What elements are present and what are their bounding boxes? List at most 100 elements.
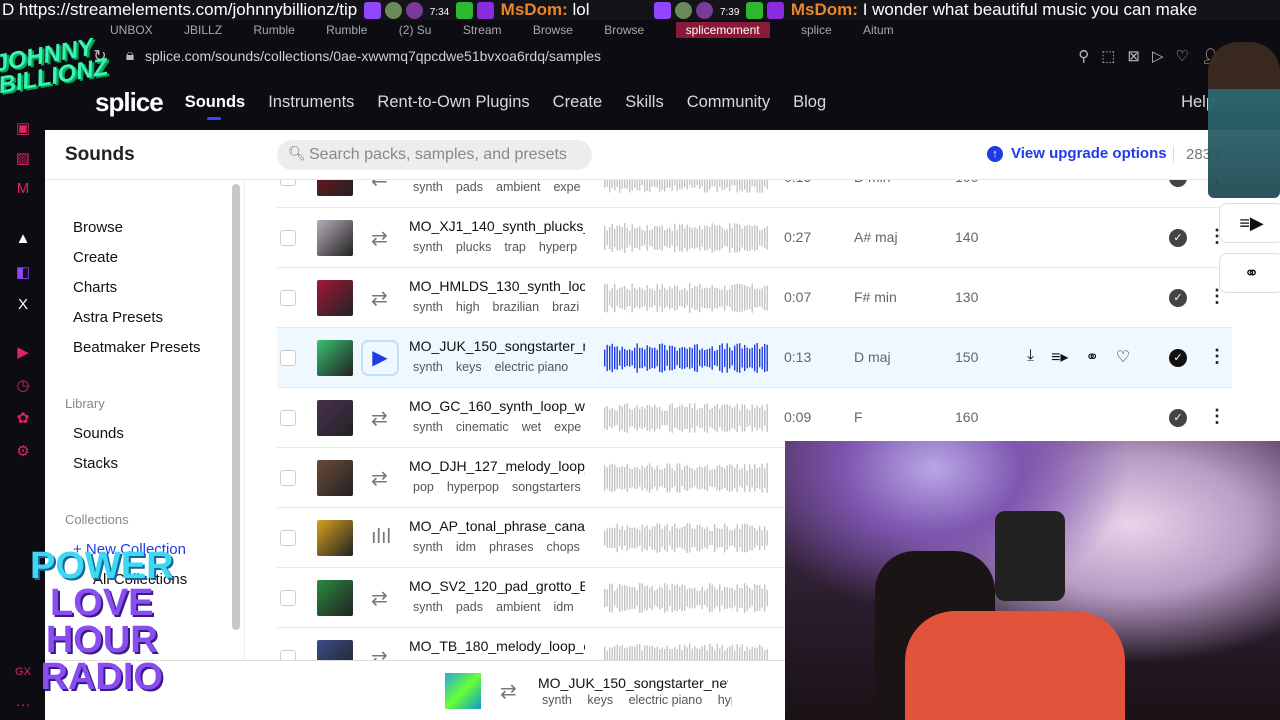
loop-icon[interactable]: ⇄ [371,286,388,311]
tag[interactable]: synth [542,693,572,707]
tag[interactable]: idm [553,600,573,614]
pack-artwork[interactable] [317,280,353,316]
tag[interactable]: hyperpop [447,480,499,494]
tag[interactable]: trap [504,240,526,254]
loop-icon[interactable]: ⇄ [371,586,388,611]
waveform[interactable] [604,582,768,614]
sample-name[interactable]: MO_XJ1_140_synth_plucks_ [409,218,585,234]
settings-icon[interactable]: ⚙ [14,443,32,461]
nav-instruments[interactable]: Instruments [268,93,354,112]
tag[interactable]: synth [413,600,443,614]
tab[interactable]: splice [801,23,832,37]
extensions-icon[interactable]: ✿ [14,410,32,428]
nav-create[interactable]: Create [553,93,603,112]
nav-skills[interactable]: Skills [625,93,664,112]
row-checkbox[interactable] [280,350,296,366]
tab[interactable]: Browse [604,23,644,37]
table-row[interactable]: ⇄ MO_XJ1_140_synth_plucks_ synth plucks tra… [277,208,1232,268]
pack-artwork[interactable] [317,580,353,616]
tag[interactable]: hyp [718,693,732,707]
tab[interactable]: Rumble [253,23,294,37]
tag[interactable]: synth [413,180,443,194]
row-checkbox[interactable] [280,410,296,426]
tag[interactable]: wet [522,420,541,434]
like-heart-icon[interactable]: ♡ [1116,347,1130,367]
sidebar-item-browse[interactable]: Browse [73,219,123,236]
row-checkbox[interactable] [280,470,296,486]
shield-icon[interactable]: ⊠ [1127,47,1140,65]
gmail-icon[interactable]: M [14,180,32,198]
snapshot-icon[interactable]: ⬚ [1101,47,1115,65]
more-options-icon[interactable]: ⋮ [1208,406,1226,427]
tab[interactable]: Rumble [326,23,367,37]
loop-icon[interactable]: ⇄ [371,466,388,491]
sample-name[interactable]: MO_TB_180_melody_loop_o [409,638,585,654]
sample-name[interactable]: MO_SV2_120_pad_grotto_B [409,578,585,594]
pack-artwork[interactable] [317,520,353,556]
tag[interactable]: chops [547,540,580,554]
sidebar-item-stacks[interactable]: Stacks [73,455,118,472]
url-field[interactable]: splice.com/sounds/collections/0ae-xwwmq7… [145,48,601,64]
sidebar-item-astra-presets[interactable]: Astra Presets [73,309,163,326]
queue-button[interactable]: ≡▶ [1219,203,1280,243]
row-checkbox[interactable] [280,590,296,606]
tag[interactable]: pop [413,480,434,494]
pack-artwork[interactable] [317,220,353,256]
tab[interactable]: Aitum [863,23,894,37]
tab[interactable]: JBILLZ [184,23,222,37]
tab[interactable]: UNBOX [110,23,153,37]
pack-artwork[interactable] [317,460,353,496]
similar-sounds-button[interactable]: ⚭ [1219,253,1280,293]
tag[interactable]: phrases [489,540,533,554]
sidebar-scrollbar[interactable] [232,184,240,630]
waveform[interactable] [604,462,768,494]
add-to-queue-icon[interactable]: ≡▸ [1051,347,1068,367]
sample-name[interactable]: MO_JUK_150_songstarter_n [409,338,585,354]
tab[interactable]: (2) Su [399,23,432,37]
loop-icon[interactable]: ⇄ [500,679,517,704]
search-input[interactable]: 🔍︎ Search packs, samples, and presets [277,140,592,170]
splice-icon[interactable]: ▲ [14,230,32,248]
find-similar-icon[interactable]: ⚭ [1085,347,1098,367]
one-shot-icon[interactable]: ılıl [371,526,391,549]
heart-icon[interactable]: ♡ [1176,47,1189,65]
tag[interactable]: keys [456,360,482,374]
tag[interactable]: synth [413,240,443,254]
more-options-icon[interactable]: ⋮ [1208,346,1226,367]
nav-sounds[interactable]: Sounds [185,93,245,120]
waveform[interactable] [604,282,768,314]
tag[interactable]: expe [553,180,580,194]
pin-icon[interactable]: ⚲ [1078,47,1089,65]
sidebar-item-create[interactable]: Create [73,249,118,266]
sample-name[interactable]: MO_AP_tonal_phrase_cana [409,518,585,534]
sample-name[interactable]: MO_DJH_127_melody_loop_ [409,458,585,474]
tag[interactable]: synth [413,300,443,314]
tab[interactable]: Browse [533,23,573,37]
sidebar-item-sounds[interactable]: Sounds [73,425,124,442]
table-row[interactable]: ⇄ MO_GC_160_synth_loop_we synth cinematic w… [277,388,1232,448]
tag[interactable]: brazi [552,300,579,314]
tag[interactable]: synth [413,540,443,554]
waveform[interactable] [604,342,768,374]
row-checkbox[interactable] [280,290,296,306]
play-icon[interactable]: ▷ [1152,47,1164,65]
nav-blog[interactable]: Blog [793,93,826,112]
more-icon[interactable]: ··· [14,696,32,714]
tag[interactable]: cinematic [456,420,509,434]
waveform[interactable] [604,402,768,434]
row-checkbox[interactable] [280,530,296,546]
pack-artwork[interactable] [317,400,353,436]
tab[interactable]: Stream [463,23,502,37]
tag[interactable]: pads [456,180,483,194]
player-icon[interactable]: ▶ [14,344,32,362]
table-row[interactable]: ▶ MO_JUK_150_songstarter_n synth keys elect… [277,328,1232,388]
nav-community[interactable]: Community [687,93,770,112]
tag[interactable]: pads [456,600,483,614]
sample-name[interactable]: MO_GC_160_synth_loop_we [409,398,585,414]
tag[interactable]: synth [413,420,443,434]
tag[interactable]: ambient [496,180,540,194]
table-row[interactable]: ⇄ MO_HMLDS_130_synth_loop synth high brazil… [277,268,1232,328]
tag[interactable]: brazilian [493,300,540,314]
tag[interactable]: synth [413,360,443,374]
tag[interactable]: idm [456,540,476,554]
